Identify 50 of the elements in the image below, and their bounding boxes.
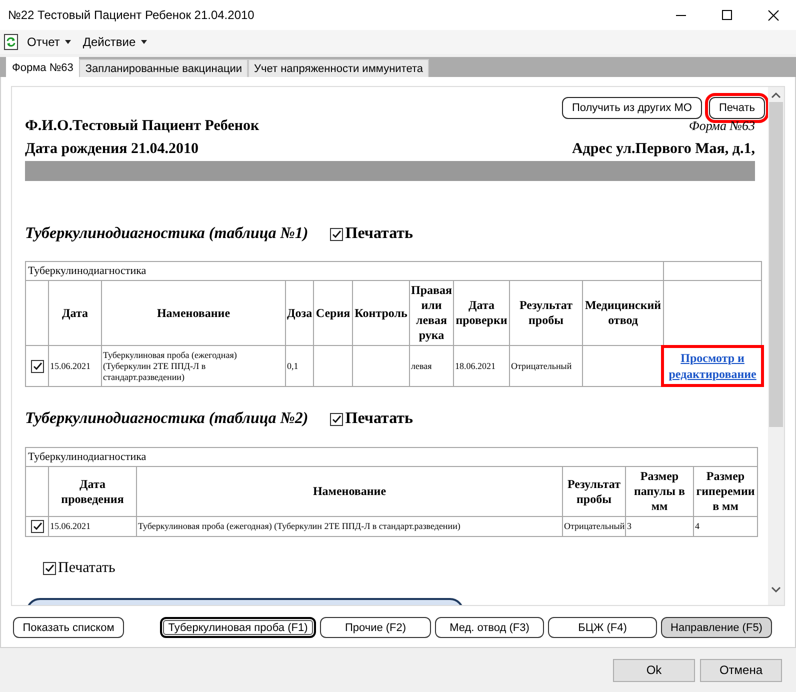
birth-date: Дата рождения 21.04.2010 — [25, 140, 198, 158]
print-label: Печатать — [58, 560, 116, 576]
column-header: Размер гиперемии в мм — [694, 466, 758, 516]
cancel-button[interactable]: Отмена — [700, 658, 782, 682]
print-label: Печатать — [345, 225, 413, 243]
menu-item[interactable]: Отчет — [24, 33, 74, 51]
column-header: Дата проведения — [48, 466, 136, 516]
address: Адрес ул.Первого Мая, д.1, — [572, 140, 755, 158]
column-header: Размер папулы в мм — [626, 466, 694, 516]
tab-button[interactable]: Направление (F5) — [661, 617, 772, 638]
tab-button[interactable]: Показать списком — [13, 617, 124, 638]
tab[interactable]: Запланированные вакцинации — [79, 59, 248, 77]
tab-button[interactable]: Прочие (F2) — [320, 617, 431, 638]
table-cell: 3 — [626, 516, 694, 536]
tab-button[interactable]: Мед. отвод (F3) — [435, 617, 544, 638]
table-cell: Туберкулиновая проба (ежегодная) (Туберкулин 2ТЕ ППД-Л в стандарт.разведении) — [102, 346, 286, 386]
table-cell: 18.06.2021 — [454, 346, 510, 386]
tab-button[interactable]: Туберкулиновая проба (F1) — [160, 617, 316, 638]
column-header: Медицинский отвод — [582, 280, 664, 346]
table-caption: Туберкулинодиагностика — [26, 262, 664, 280]
print-label: Печатать — [345, 410, 413, 428]
section-title: Туберкулинодиагностика (таблица №2) — [25, 410, 308, 428]
table-cell: 4 — [694, 516, 758, 536]
column-header: Результат пробы — [510, 280, 582, 346]
column-header: Результат пробы — [562, 466, 626, 516]
column-header: Дата проверки — [454, 280, 510, 346]
table-cell: 15.06.2021 — [48, 516, 136, 536]
column-header: Правая или левая рука — [410, 280, 454, 346]
table-cell: Туберкулиновая проба (ежегодная) (Туберкулин 2ТЕ ППД-Л в стандарт.разведении) — [136, 516, 562, 536]
table-cell: левая — [410, 346, 454, 386]
table-cell: 15.06.2021 — [48, 346, 102, 386]
column-header: Контроль — [352, 280, 410, 346]
patient-name: Ф.И.О.Тестовый Пациент Ребенок — [25, 117, 260, 135]
column-header: Серия — [314, 280, 352, 346]
section-title: Туберкулинодиагностика (таблица №1) — [25, 225, 308, 243]
window-title: №22 Тестовый Пациент Ребенок 21.04.2010 — [7, 8, 256, 22]
column-header: Дата — [48, 280, 102, 346]
column-header: Доза — [286, 280, 314, 346]
column-header: Наменование — [136, 466, 562, 516]
column-header: Наменование — [102, 280, 286, 346]
ok-button[interactable]: Ok — [613, 658, 695, 682]
table-caption: Туберкулинодиагностика — [26, 448, 758, 466]
fetch-button[interactable]: Получить из других МО — [562, 97, 702, 119]
tab[interactable]: Форма №63 — [6, 57, 80, 77]
table-cell: 0,1 — [286, 346, 314, 386]
tab[interactable]: Учет напряженности иммунитета — [248, 59, 429, 77]
menu-item[interactable]: Действие — [80, 33, 150, 51]
table-cell: Отрицательный — [510, 346, 582, 386]
tab-button[interactable]: БЦЖ (F4) — [548, 617, 657, 638]
table-cell: Отрицательный — [562, 516, 626, 536]
